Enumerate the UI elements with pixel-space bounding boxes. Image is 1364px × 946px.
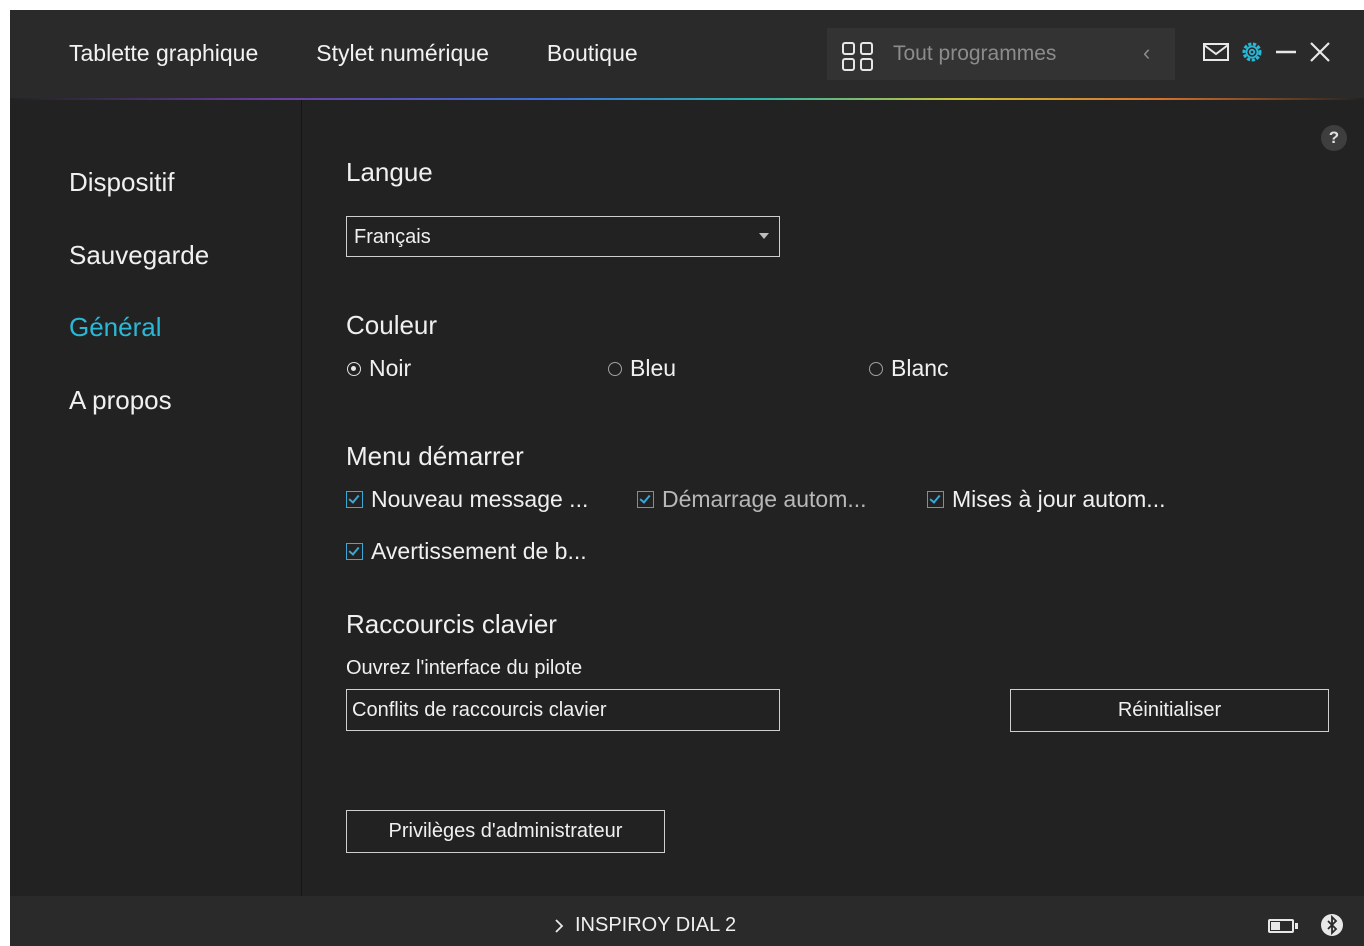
tab-stylet-numerique[interactable]: Stylet numérique (316, 40, 489, 67)
shortcuts-title: Raccourcis clavier (346, 609, 557, 639)
color-option-noir[interactable]: Noir (347, 355, 411, 382)
sidebar: Dispositif Sauvegarde Général A propos (10, 100, 302, 896)
checkbox-checked-icon[interactable] (346, 491, 363, 508)
sidebar-item-a-propos[interactable]: A propos (69, 385, 172, 416)
tab-boutique[interactable]: Boutique (547, 40, 638, 67)
color-option-label: Blanc (891, 355, 949, 381)
checkbox-checked-icon[interactable] (637, 491, 654, 508)
battery-icon (1268, 919, 1294, 933)
tab-tablette-graphique[interactable]: Tablette graphique (69, 40, 258, 67)
grid-icon[interactable] (842, 42, 874, 72)
battery-tip (1295, 923, 1298, 929)
sidebar-item-sauvegarde[interactable]: Sauvegarde (69, 240, 209, 271)
reset-button[interactable]: Réinitialiser (1010, 689, 1329, 732)
color-option-blanc[interactable]: Blanc (869, 355, 949, 382)
language-select-value: Français (354, 226, 431, 248)
sidebar-item-general[interactable]: Général (69, 312, 162, 343)
top-bar: Tablette graphique Stylet numérique Bout… (10, 10, 1364, 98)
shortcut-field-label: Ouvrez l'interface du pilote (346, 657, 583, 679)
checkbox-auto-update[interactable]: Mises à jour autom... (927, 486, 1165, 513)
color-option-label: Noir (369, 355, 412, 381)
checkbox-label: Démarrage autom... (662, 486, 867, 512)
window-controls (1202, 40, 1332, 64)
shortcut-input[interactable] (352, 699, 772, 722)
sidebar-item-dispositif[interactable]: Dispositif (69, 167, 174, 198)
mail-icon[interactable] (1202, 42, 1230, 62)
search-input[interactable] (893, 40, 1123, 68)
help-icon[interactable]: ? (1321, 125, 1347, 151)
bluetooth-icon (1321, 914, 1343, 936)
color-option-label: Bleu (630, 355, 677, 381)
top-tabs: Tablette graphique Stylet numérique Bout… (69, 40, 638, 67)
checkbox-checked-icon[interactable] (927, 491, 944, 508)
admin-privileges-button[interactable]: Privilèges d'administrateur (346, 810, 665, 853)
radio-icon[interactable] (869, 361, 883, 376)
checkbox-label: Nouveau message ... (371, 486, 589, 512)
checkbox-checked-icon[interactable] (346, 543, 363, 560)
bottom-bar: INSPIROY DIAL 2 (10, 896, 1364, 946)
gear-icon[interactable] (1240, 40, 1264, 64)
radio-selected-icon[interactable] (347, 361, 361, 376)
startup-menu-title: Menu démarrer (346, 441, 524, 471)
close-icon[interactable] (1308, 40, 1332, 64)
color-title: Couleur (346, 310, 438, 340)
checkbox-warning[interactable]: Avertissement de b... (346, 538, 587, 565)
language-select[interactable]: Français (346, 216, 780, 257)
checkbox-label: Mises à jour autom... (952, 486, 1166, 512)
language-title: Langue (346, 157, 433, 187)
radio-icon[interactable] (608, 361, 622, 376)
caret-down-icon (759, 233, 769, 239)
color-option-bleu[interactable]: Bleu (608, 355, 676, 382)
app-window: Tablette graphique Stylet numérique Bout… (10, 10, 1364, 946)
checkbox-new-message[interactable]: Nouveau message ... (346, 486, 588, 513)
checkbox-label: Avertissement de b... (371, 538, 587, 564)
shortcut-field (346, 689, 780, 731)
chevron-right-icon (555, 918, 564, 933)
program-search: ‹ (827, 28, 1175, 80)
device-selector[interactable]: INSPIROY DIAL 2 (553, 914, 736, 937)
checkbox-auto-start[interactable]: Démarrage autom... (637, 486, 867, 513)
chevron-left-icon[interactable]: ‹ (1143, 40, 1150, 66)
device-name: INSPIROY DIAL 2 (575, 914, 737, 936)
minimize-icon[interactable] (1274, 40, 1298, 64)
battery-level (1271, 922, 1280, 930)
